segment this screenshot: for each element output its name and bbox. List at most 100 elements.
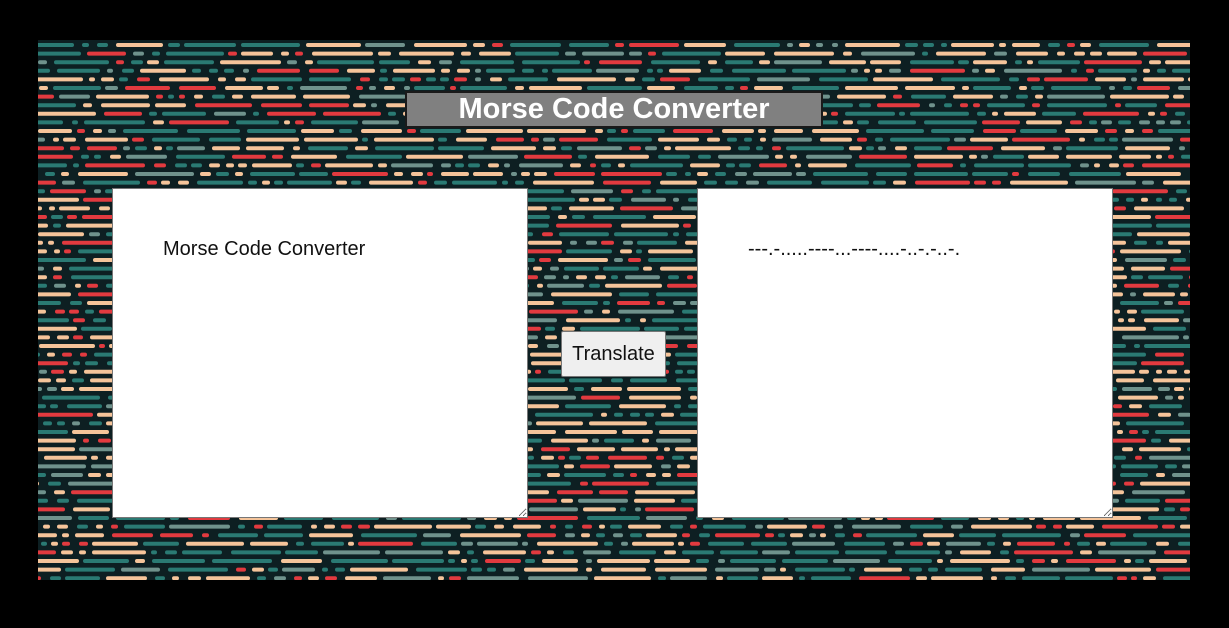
morse-dash [300,86,347,90]
morse-dash [362,120,399,125]
morse-dash [1065,129,1098,133]
morse-dash [304,137,358,142]
morse-dash [38,559,79,563]
morse-dash [782,559,828,563]
morse-dash [59,206,90,211]
morse-dash [971,524,1032,529]
morse-dash [454,77,467,82]
morse-dash [1141,309,1184,314]
morse-dash [243,68,249,73]
morse-dash [228,51,237,56]
morse-dash [281,51,289,56]
morse-dash [621,447,658,452]
morse-dash [274,180,283,185]
morse-dash [603,301,610,305]
morse-dash [515,86,524,90]
morse-dash [515,180,524,185]
morse-dash [1080,43,1091,47]
morse-dash [609,197,622,202]
morse-dash [325,576,337,580]
morse-dash [251,94,296,99]
translate-button[interactable]: Translate [561,331,666,377]
morse-dash [603,180,651,185]
morse-dash [85,309,94,314]
morse-dash [392,77,405,82]
morse-dash [595,129,603,133]
morse-dash [53,266,62,271]
morse-dash [99,206,110,211]
morse-dash [70,301,82,305]
morse-dash [981,154,988,159]
morse-dash [107,68,113,73]
morse-dash [655,567,707,572]
morse-dash [911,94,946,99]
morse-dash [593,215,646,219]
morse-dash [39,86,48,90]
morse-dash [648,249,693,254]
morse-dash [38,189,45,194]
morse-dash [675,146,731,151]
morse-dash [1156,120,1165,125]
morse-dash [581,395,620,400]
morse-dash [889,68,901,73]
morse-dash [194,94,203,99]
morse-dash [494,524,504,529]
morse-dash [92,550,146,555]
morse-dash [636,249,642,254]
morse-dash [1168,154,1174,159]
morse-dash [126,154,167,159]
morse-dash [855,163,911,168]
morse-dash [57,68,100,73]
morse-dash [760,137,766,142]
morse-dash [48,481,61,486]
morse-dash [254,524,263,529]
morse-dash [917,163,953,168]
morse-dash [38,481,39,486]
morse-dash [832,43,838,47]
input-textarea[interactable] [112,188,528,518]
morse-dash [1110,94,1169,99]
morse-dash [301,129,334,133]
morse-dash [471,567,482,572]
morse-dash [38,111,96,116]
morse-dash [795,567,845,572]
morse-dash [951,524,963,529]
morse-dash [941,77,1000,82]
morse-dash [1098,550,1156,555]
morse-dash [589,283,600,288]
output-textarea[interactable] [697,188,1113,518]
morse-dash [235,172,243,176]
morse-dash [647,86,675,90]
morse-dash [550,266,559,271]
morse-dash [929,103,935,108]
morse-dash [39,369,47,374]
morse-dash [658,576,666,580]
morse-dash [72,430,109,434]
morse-dash [257,576,266,580]
morse-dash [795,163,801,168]
morse-dash [792,86,839,90]
morse-dash [360,77,370,82]
morse-dash [135,146,147,151]
morse-dash [335,567,345,572]
morse-dash [65,576,100,580]
morse-dash [992,180,1001,185]
morse-dash [1114,455,1126,460]
morse-dash [660,77,690,82]
morse-dash [303,94,350,99]
morse-dash [632,541,674,546]
morse-dash [461,541,473,546]
morse-dash [38,129,72,133]
morse-dash [582,51,624,56]
morse-dash [577,146,622,151]
morse-dash [38,292,71,297]
morse-dash [1155,352,1184,357]
morse-dash [308,576,319,580]
morse-dash [524,567,578,572]
morse-dash [69,309,79,314]
morse-dash [895,146,907,151]
morse-dash [322,567,328,572]
morse-dash [529,507,578,512]
morse-dash [137,77,150,82]
morse-dash [543,146,556,151]
